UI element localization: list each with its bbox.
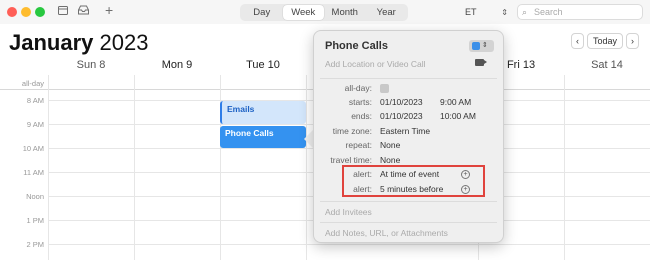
chevron-updown-icon: ⇕ [482,42,488,49]
search-field[interactable]: ⌕ Search [517,4,643,20]
timezone-select[interactable]: ET ⇕ [465,4,510,21]
timezone-label: time zone: [332,126,372,136]
time-label: 11 AM [23,168,44,177]
invitees-field[interactable]: Add Invitees [325,207,372,218]
minimize-window-button[interactable] [21,7,31,17]
chevron-updown-icon: ⇕ [501,8,508,17]
calendar-color-swatch [472,42,480,50]
time-label: 8 AM [26,96,44,105]
starts-row: starts: 01/10/2023 9:00 AM [314,96,505,109]
starts-time-field[interactable]: 9:00 AM [440,96,471,109]
view-week-button[interactable]: Week [282,5,324,20]
zoom-window-button[interactable] [35,7,45,17]
time-label: 1 PM [26,216,44,225]
notes-field[interactable]: Add Notes, URL, or Attachments [325,228,448,239]
timezone-value[interactable]: Eastern Time [380,125,430,138]
day-header-mon[interactable]: Mon 9 [134,56,220,75]
event-title[interactable]: Phone Calls [325,39,388,53]
alerts-highlight-box [342,165,485,197]
time-label: 10 AM [22,144,44,153]
time-label: Noon [26,192,44,201]
event-details-popover: Phone Calls ⇕ Add Location or Video Call… [313,30,504,243]
search-placeholder: Search [534,7,563,17]
grid-column-line [48,75,49,260]
today-button[interactable]: Today [587,33,623,49]
starts-date-field[interactable]: 01/10/2023 [380,96,423,109]
divider [320,222,497,223]
time-label: 2 PM [26,240,44,249]
month-year-title: January 2023 [9,30,148,56]
timezone-value: ET [465,7,477,17]
view-year-button[interactable]: Year [366,5,408,20]
event-phone-calls[interactable]: Phone Calls [220,126,306,148]
add-event-button[interactable]: + [105,3,113,17]
video-camera-icon[interactable] [475,59,487,66]
allday-row: all-day: [314,82,505,95]
grid-column-line [306,75,307,260]
view-switcher: Day Week Month Year [240,4,408,21]
previous-week-button[interactable]: ‹ [571,33,584,49]
view-month-button[interactable]: Month [324,5,366,20]
grid-column-line [134,75,135,260]
repeat-value[interactable]: None [380,139,400,152]
month-label: January [9,30,94,55]
year-label: 2023 [99,30,149,55]
hour-line [48,244,650,245]
title-bar: + Day Week Month Year ET ⇕ ⌕ Search [0,0,650,24]
search-icon: ⌕ [522,7,528,17]
repeat-row: repeat: None [314,139,505,152]
day-header-tue[interactable]: Tue 10 [220,56,306,75]
allday-label: all-day: [344,83,372,93]
day-header-sun[interactable]: Sun 8 [48,56,134,75]
ends-row: ends: 01/10/2023 10:00 AM [314,110,505,123]
timezone-row: time zone: Eastern Time [314,125,505,138]
ends-date-field[interactable]: 01/10/2023 [380,110,423,123]
divider [320,201,497,202]
next-week-button[interactable]: › [626,33,639,49]
location-field[interactable]: Add Location or Video Call [325,59,426,70]
event-emails[interactable]: Emails [220,101,306,124]
allday-checkbox[interactable] [380,84,389,93]
repeat-label: repeat: [345,140,372,150]
divider [320,78,497,79]
grid-column-line [564,75,565,260]
starts-label: starts: [348,97,372,107]
view-day-button[interactable]: Day [241,5,283,20]
ends-label: ends: [351,111,372,121]
calendar-list-icon[interactable] [58,5,68,19]
allday-row-label: all-day [21,79,44,88]
ends-time-field[interactable]: 10:00 AM [440,110,476,123]
close-window-button[interactable] [7,7,17,17]
day-header-sat[interactable]: Sat 14 [564,56,650,75]
time-label: 9 AM [26,120,44,129]
inbox-icon[interactable] [78,5,89,19]
calendar-color-picker[interactable]: ⇕ [469,40,494,52]
popover-arrow [304,130,313,148]
